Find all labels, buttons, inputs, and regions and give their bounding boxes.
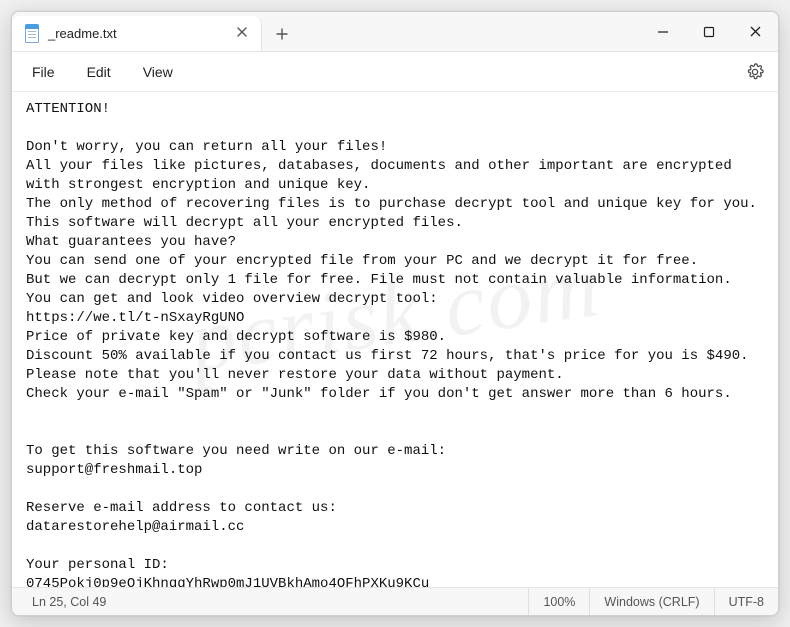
minimize-button[interactable]	[640, 12, 686, 51]
document-text: ATTENTION! Don't worry, you can return a…	[26, 101, 757, 587]
status-line-ending[interactable]: Windows (CRLF)	[589, 588, 713, 615]
menu-view[interactable]: View	[129, 58, 187, 86]
text-editor-area[interactable]: ATTENTION! Don't worry, you can return a…	[12, 92, 778, 587]
titlebar-drag-area[interactable]	[302, 12, 640, 51]
tab-active[interactable]: _readme.txt	[12, 16, 262, 51]
settings-button[interactable]	[738, 55, 772, 89]
gear-icon	[746, 63, 764, 81]
maximize-button[interactable]	[686, 12, 732, 51]
status-cursor-position: Ln 25, Col 49	[12, 588, 120, 615]
menu-file[interactable]: File	[18, 58, 69, 86]
new-tab-button[interactable]	[262, 16, 302, 51]
window-controls	[640, 12, 778, 51]
notepad-icon	[24, 25, 40, 43]
close-tab-icon[interactable]	[233, 25, 251, 43]
menubar: File Edit View	[12, 52, 778, 92]
tab-title: _readme.txt	[48, 26, 225, 41]
status-encoding[interactable]: UTF-8	[714, 588, 778, 615]
statusbar: Ln 25, Col 49 100% Windows (CRLF) UTF-8	[12, 587, 778, 615]
close-window-button[interactable]	[732, 12, 778, 51]
titlebar[interactable]: _readme.txt	[12, 12, 778, 52]
notepad-window: _readme.txt File Edit View	[11, 11, 779, 616]
menu-edit[interactable]: Edit	[73, 58, 125, 86]
status-zoom[interactable]: 100%	[528, 588, 589, 615]
